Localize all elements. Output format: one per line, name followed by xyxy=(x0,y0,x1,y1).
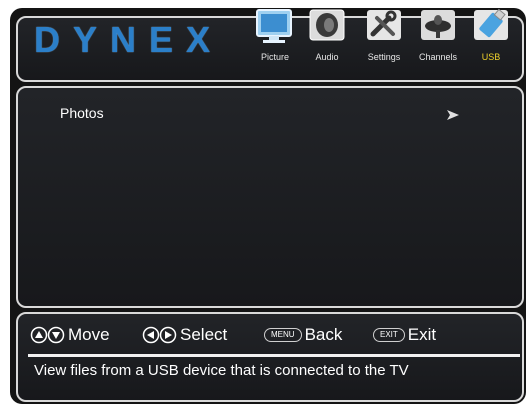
tab-usb[interactable]: USB xyxy=(466,4,516,64)
left-right-arrows-icon xyxy=(142,326,178,344)
tab-audio-label: Audio xyxy=(315,52,339,62)
hint-exit-label: Exit xyxy=(407,325,437,344)
tab-picture[interactable]: Picture xyxy=(250,4,300,64)
exit-key-icon: EXIT xyxy=(373,328,405,342)
list-item-photos[interactable]: Photos xyxy=(60,105,104,121)
tab-settings[interactable]: Settings xyxy=(359,4,409,64)
hint-select-label: Select xyxy=(180,325,228,344)
up-down-arrows-icon xyxy=(30,326,66,344)
help-description: View files from a USB device that is con… xyxy=(34,362,409,379)
hint-move-label: Move xyxy=(68,325,110,344)
tab-usb-label: USB xyxy=(481,52,501,62)
hint-select: Select xyxy=(142,324,227,346)
hint-exit: EXIT Exit xyxy=(373,324,436,346)
tools-icon xyxy=(363,6,405,46)
tab-picture-label: Picture xyxy=(260,52,289,62)
hint-back: MENU Back xyxy=(264,324,342,346)
hint-back-label: Back xyxy=(304,325,343,344)
footer-divider xyxy=(28,354,520,357)
menu-key-icon: MENU xyxy=(264,328,302,342)
tab-settings-label: Settings xyxy=(367,52,401,62)
tab-audio[interactable]: Audio xyxy=(302,4,352,64)
brand-logo: DYNEX xyxy=(34,19,224,60)
tv-monitor-icon xyxy=(254,6,296,46)
tab-channels-label: Channels xyxy=(418,52,458,62)
speaker-icon xyxy=(306,6,348,46)
hint-move: Move xyxy=(30,324,110,346)
usb-drive-icon xyxy=(470,6,512,46)
tab-channels[interactable]: Channels xyxy=(413,4,463,64)
arrow-right-icon xyxy=(446,108,460,120)
satellite-dish-icon xyxy=(417,6,459,46)
